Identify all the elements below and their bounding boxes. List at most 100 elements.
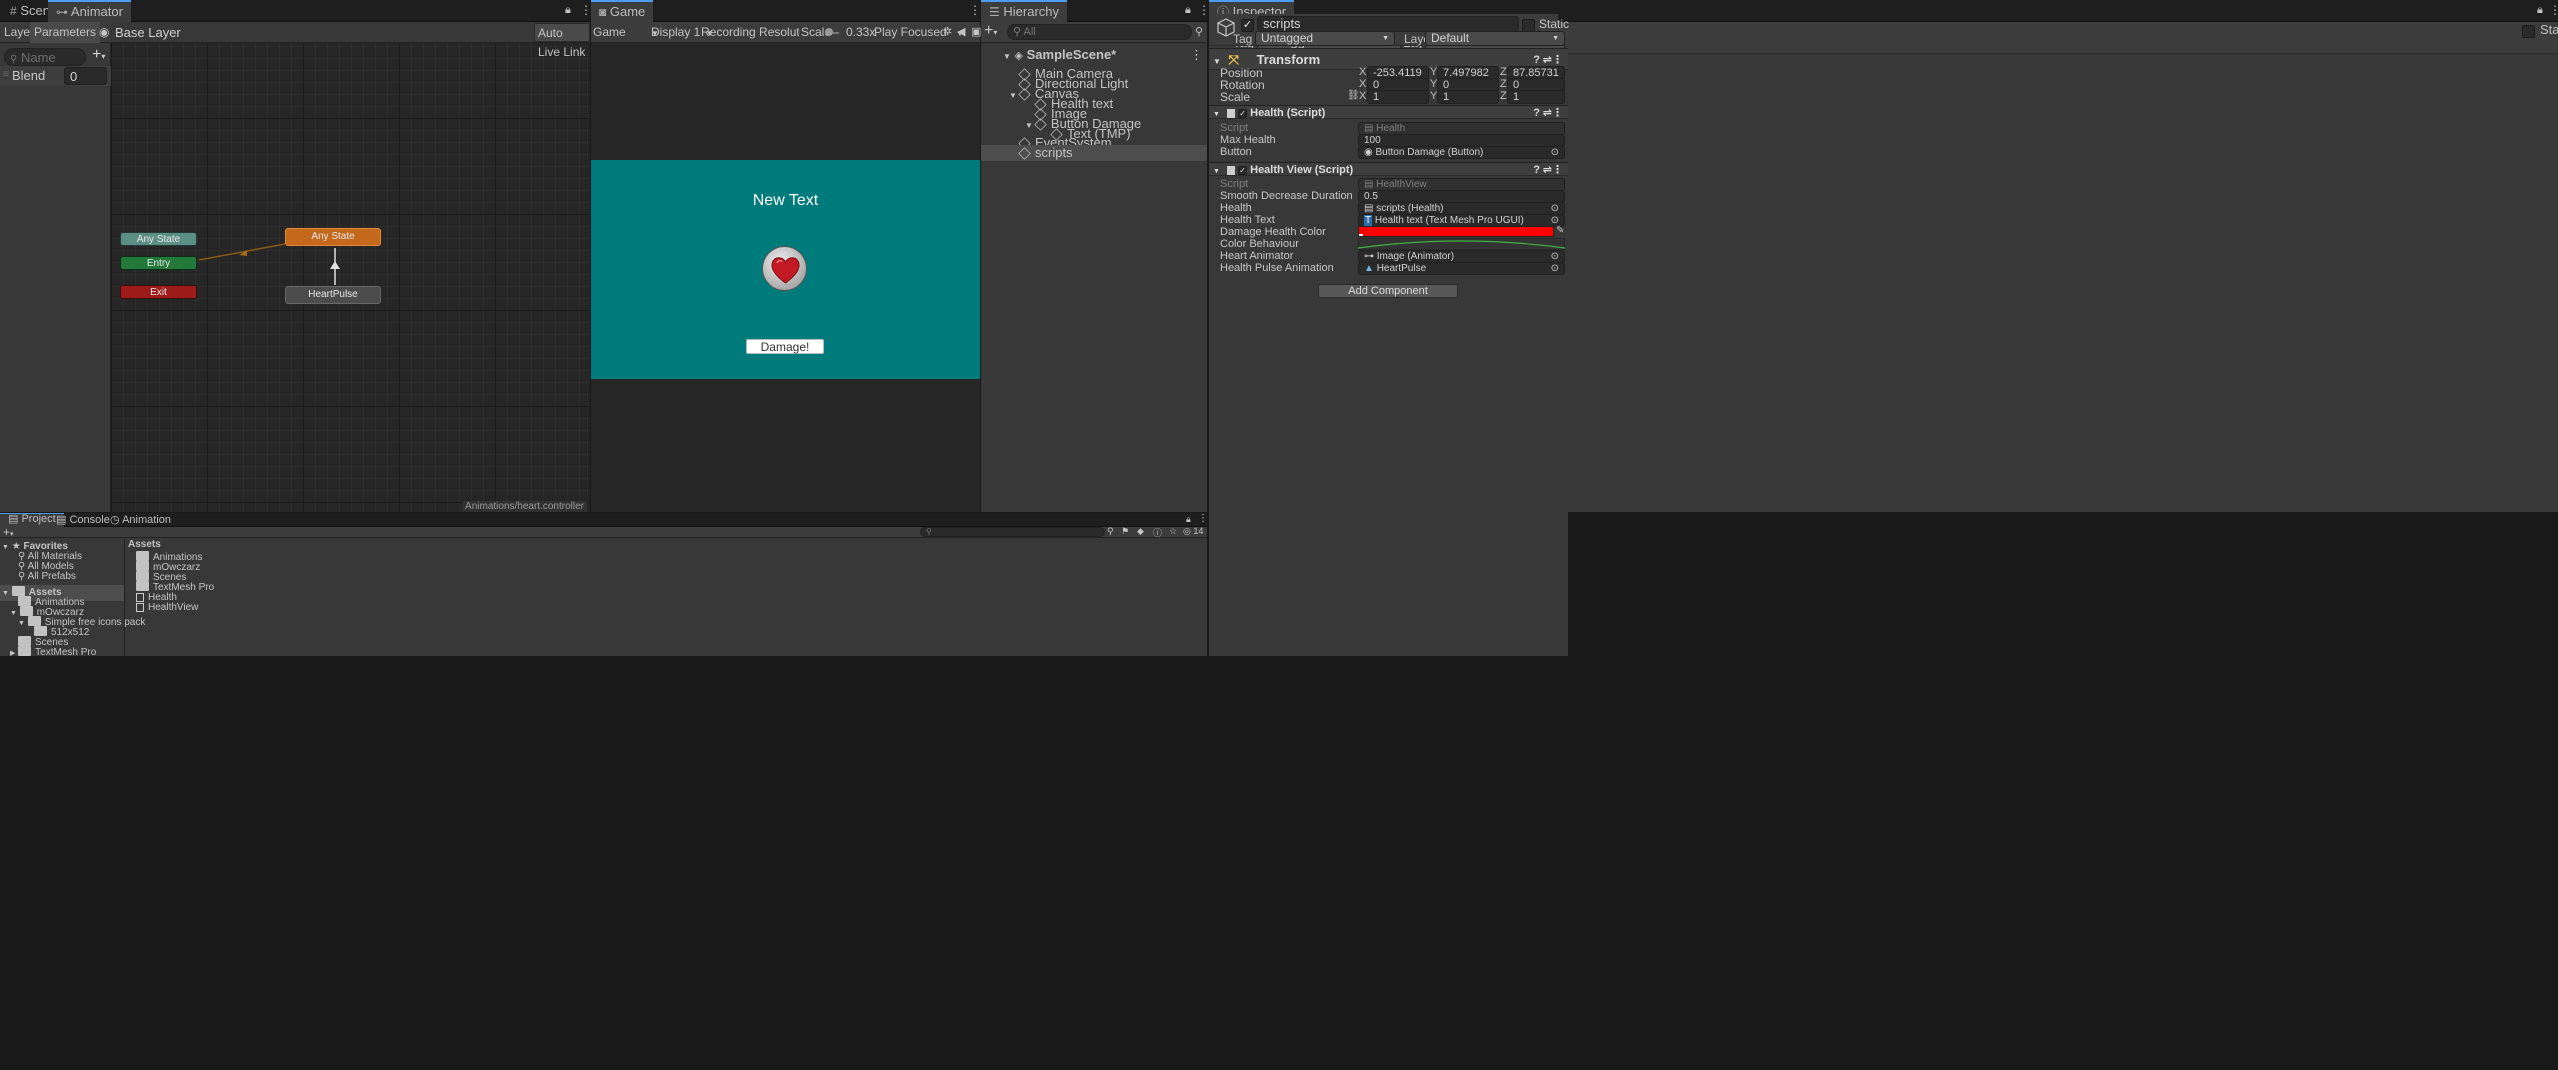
info-icon[interactable]: ⓘ [1153,526,1162,539]
health-view-enabled-checkbox[interactable]: ✓ [1238,165,1248,175]
parameter-value-input[interactable]: 0 [64,67,107,85]
any-state-node[interactable]: Any State [120,232,197,246]
script-icon: ▤ [1364,179,1374,190]
asset-item[interactable]: HealthView [136,600,198,616]
parameters-panel: Layers Parameters ◉ ⚲ Name +▾ ≡ Blend 0 [0,22,111,512]
scene-root[interactable]: ▼ ◈ SampleScene* ⋮ [981,47,1207,63]
project-search-input[interactable]: ⚲ [920,527,1105,537]
kebab-menu-icon[interactable]: ⋮ [1198,513,1208,524]
default-state-node[interactable]: Any State [285,228,381,246]
parameter-row[interactable]: ≡ Blend 0 [0,66,111,86]
active-checkbox[interactable]: ✓ [1241,17,1254,33]
object-picker-icon[interactable]: ⊙ [1551,251,1559,262]
create-asset-button[interactable]: +▾ [3,525,14,539]
static-checkbox[interactable] [1522,17,1535,33]
add-object-button[interactable]: +▾ [984,22,997,40]
health-label: Health [1220,202,1252,214]
health-view-header[interactable]: ▼ ✓ Health View (Script) ? ⇌ ⋮ [1209,162,1568,176]
text-component-icon: T [1364,215,1373,226]
hierarchy-tabbar: ☰ Hierarchy 🔒︎ ⋮ [981,0,1210,22]
lock-icon[interactable]: 🔒︎ [565,4,571,17]
parameter-name[interactable]: Blend [12,68,45,83]
layers-params-toolbar: Layers Parameters ◉ [0,22,111,43]
button-object-field[interactable]: ◉ Button Damage (Button) ⊙ [1358,146,1565,159]
preset-icon[interactable]: ⇌ [1543,163,1552,177]
help-icon[interactable]: ? [1533,163,1540,177]
scene-filter-icon[interactable]: ⚲ [1195,25,1203,38]
game-canvas[interactable]: New Text Damage! [591,160,980,379]
link-icon[interactable]: ⛓︎ [1347,90,1360,101]
star-icon[interactable]: ☆ [1169,526,1177,537]
entry-node[interactable]: Entry [120,256,197,270]
folder-item[interactable]: ▶ TextMesh Pro [10,645,96,661]
color-behaviour-curve[interactable] [1358,238,1565,250]
hidden-packages-icon[interactable]: ◎ 14 [1183,526,1203,537]
parameter-search-input[interactable]: ⚲ Name [4,48,86,66]
eyedropper-icon[interactable]: ✎ [1556,225,1564,236]
scale-x-field[interactable]: 1 [1367,90,1429,104]
gizmos-icon[interactable]: ▣ [971,25,981,38]
game-toolbar: Game ▼ Display 1 ▼ Recording Resolution … [591,22,981,43]
inspector-components: ▼ ⤧ Transform ? ⇌ ⋮ Position X -253.4119… [1209,48,1568,512]
scale-z-field[interactable]: 1 [1507,90,1565,104]
project-tree: ▼ ★ Favorites ⚲ All Materials ⚲ All Mode… [0,539,145,658]
tag-icon[interactable]: ◆ [1137,526,1144,537]
unity-scene-icon: ◈ [1014,50,1024,62]
animator-graph[interactable]: Base Layer Auto Live Link Any State Entr… [111,22,590,512]
search-icon: ⚲ [926,527,932,536]
tab-animator[interactable]: ⊶ Animator [48,0,131,22]
kebab-menu-icon[interactable]: ⋮ [969,3,981,17]
kebab-menu-icon[interactable]: ⋮ [1552,106,1563,120]
object-name-field[interactable]: scripts [1257,16,1519,32]
help-icon[interactable]: ? [1533,106,1540,120]
scale-y-field[interactable]: 1 [1437,90,1499,104]
object-picker-icon[interactable]: ⊙ [1551,203,1559,214]
button-component-icon: ◉ [1364,147,1373,158]
object-picker-icon[interactable]: ⊙ [1551,147,1559,158]
damage-button[interactable]: Damage! [746,339,824,354]
hierarchy-toolbar: +▾ ⚲ All ⚲ [981,22,1207,43]
add-component-button[interactable]: Add Component [1318,284,1458,298]
parameters-tab[interactable]: Parameters [30,22,101,43]
folder-icon [18,646,32,657]
health-pulse-field[interactable]: ▲ HeartPulse ⊙ [1358,262,1565,275]
scale-slider[interactable] [825,28,839,36]
heartpulse-state-node[interactable]: HeartPulse [285,286,381,304]
mute-audio-icon[interactable]: ◀︎ [957,25,965,38]
search-by-type-icon[interactable]: ⚲ [1107,526,1114,537]
object-picker-icon[interactable]: ⊙ [1551,263,1559,274]
eye-icon[interactable]: ◉ [99,25,109,39]
exit-node[interactable]: Exit [120,285,197,299]
heart-animator-label: Heart Animator [1220,250,1294,262]
resolution-dropdown[interactable]: Recording Resolution (19: [701,25,799,39]
damage-color-swatch[interactable] [1358,226,1554,237]
tag-dropdown[interactable]: Untagged▼ [1255,31,1395,46]
lock-icon[interactable]: 🔒︎ [1185,4,1191,17]
gameobject-icon [1018,88,1031,101]
tab-game[interactable]: ◙ Game [591,0,654,22]
lock-icon[interactable]: 🔒︎ [1186,514,1191,525]
hierarchy-item-selected[interactable]: scripts [981,145,1207,161]
drag-handle-icon[interactable]: ≡ [3,69,9,80]
bug-icon[interactable]: ✲ [943,25,952,38]
favorite-item[interactable]: ⚲ All Prefabs [18,569,76,585]
max-health-label: Max Health [1220,134,1276,146]
search-by-label-icon[interactable]: ⚑ [1121,526,1129,537]
layer-dropdown[interactable]: Default▼ [1425,31,1565,46]
kebab-menu-icon[interactable]: ⋮ [1552,163,1563,177]
tab-hierarchy[interactable]: ☰ Hierarchy [981,0,1068,22]
health-script-header[interactable]: ▼ ✓ Health (Script) ? ⇌ ⋮ [1209,105,1568,119]
hierarchy-search-input[interactable]: ⚲ All [1007,24,1192,40]
tab-animation[interactable]: ◷ Animation [102,513,179,527]
smooth-decrease-label: Smooth Decrease Duration [1220,190,1353,202]
kebab-menu-icon[interactable]: ⋮ [1190,47,1203,63]
new-text-label: New Text [752,192,819,209]
view-dropdown[interactable]: Game ▼ [593,25,659,39]
script-label: Script [1220,178,1249,190]
health-script-enabled-checkbox[interactable]: ✓ [1238,108,1248,118]
x-axis-label: X [1359,78,1367,90]
preset-icon[interactable]: ⇌ [1543,106,1552,120]
add-parameter-button[interactable]: +▾ [92,46,105,64]
script-icon [1227,165,1235,175]
assets-breadcrumb[interactable]: Assets [128,539,161,550]
